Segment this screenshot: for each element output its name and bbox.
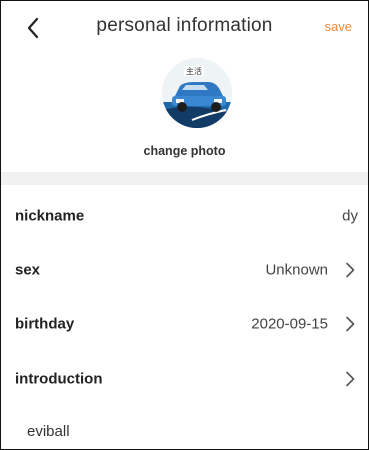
header: personal information save (1, 1, 368, 51)
introduction-text: eviball (27, 423, 70, 440)
avatar[interactable]: 主活 (162, 58, 232, 128)
car-photo: 主活 (162, 58, 232, 128)
chevron-right-icon (345, 262, 355, 278)
row-introduction[interactable]: introduction (1, 352, 368, 406)
row-nickname[interactable]: nickname dy (1, 189, 368, 243)
row-label-birthday: birthday (15, 315, 75, 333)
save-button[interactable]: save (325, 19, 352, 34)
row-value-birthday: 2020-09-15 (251, 315, 328, 333)
row-value-sex: Unknown (265, 261, 328, 279)
row-value-nickname: dy (342, 207, 358, 225)
row-sex[interactable]: sex Unknown (1, 243, 368, 297)
row-label-sex: sex (15, 261, 41, 279)
change-photo-link[interactable]: change photo (1, 144, 368, 158)
section-divider (1, 172, 368, 185)
chevron-right-icon (345, 316, 355, 332)
personal-info-screen: personal information save 主活 change phot… (0, 0, 369, 450)
row-label-nickname: nickname (15, 207, 85, 225)
chevron-right-icon (345, 371, 355, 387)
page-title: personal information (96, 15, 273, 36)
change-photo-label[interactable]: change photo (144, 144, 226, 158)
svg-text:主活: 主活 (186, 66, 202, 76)
row-label-introduction: introduction (15, 370, 103, 388)
row-birthday[interactable]: birthday 2020-09-15 (1, 297, 368, 351)
